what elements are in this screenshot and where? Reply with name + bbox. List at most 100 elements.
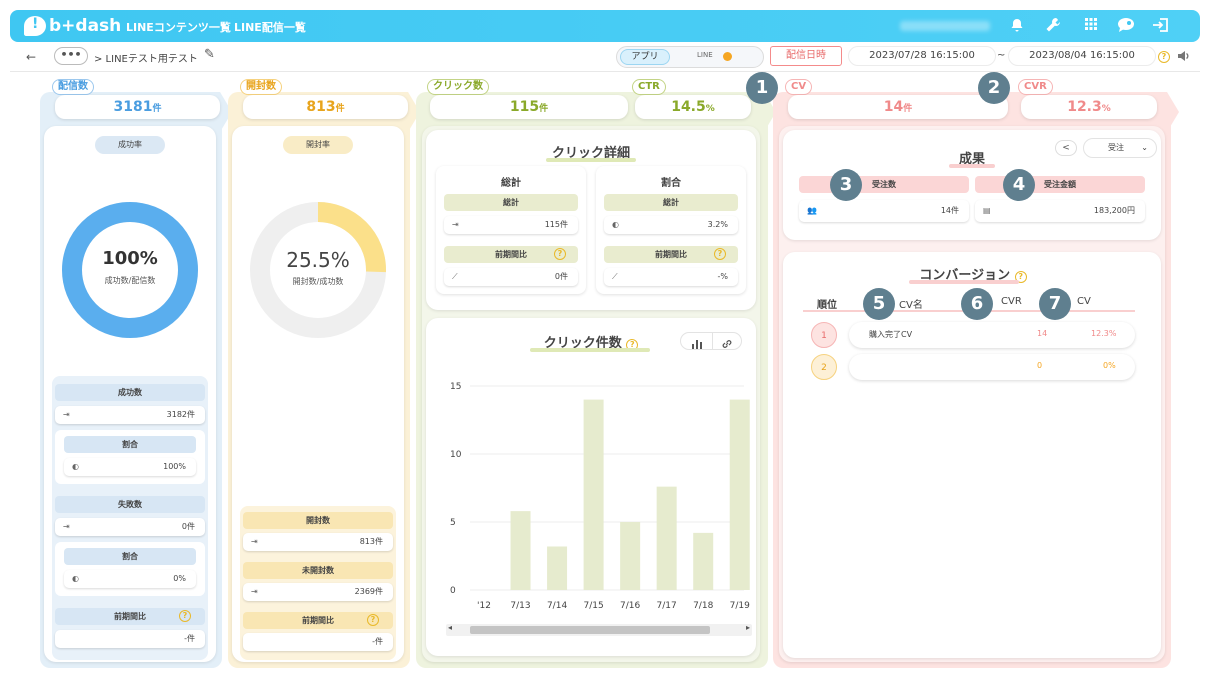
toggle-app[interactable]: アプリ	[620, 49, 670, 65]
nav-line-delivery[interactable]: LINE配信一覧	[234, 19, 306, 35]
bar[interactable]	[583, 399, 604, 590]
unopened-count-row: ⇥ 2369件	[243, 583, 393, 601]
delivery-count-unit: 件	[152, 104, 162, 114]
col-rank: 順位	[817, 300, 837, 311]
click-ratio-row: ◐ 3.2%	[604, 216, 738, 234]
date-from-field[interactable]: 2023/07/28 16:15:00	[848, 46, 996, 66]
success-ratio-label: 割合	[64, 436, 196, 453]
col-cv-name: CV名	[899, 300, 923, 311]
unopened-count-value: 2369件	[354, 587, 383, 596]
click-ratio-header: 割合	[661, 178, 681, 189]
result-filter-select[interactable]: 受注 ⌄	[1083, 138, 1157, 158]
chart-scrollbar[interactable]: ◂ ▸	[446, 623, 752, 636]
click-ratio-sub: 総計	[604, 194, 738, 211]
scrollbar-thumb[interactable]	[470, 626, 710, 634]
channel-toggle[interactable]: アプリ LINE	[616, 46, 764, 68]
date-to-field[interactable]: 2023/08/04 16:15:00	[1008, 46, 1156, 66]
success-rate-pill: 成功率	[95, 136, 165, 154]
fail-count-row: ⇥ 0件	[55, 518, 205, 536]
click-prev-label: 前期間比 ?	[444, 246, 578, 263]
row-cv-name: 購入完了CV	[869, 330, 913, 339]
scroll-right-icon[interactable]: ▸	[746, 623, 750, 632]
help-icon[interactable]: ?	[554, 248, 566, 260]
success-ratio-value: 100%	[163, 462, 186, 471]
delivery-count-value: 3181件	[55, 95, 220, 119]
click-bar-chart: 0 5 10 15 '12 7/13 7/14 7/15 7/16 7/17 7/18 7/19	[450, 382, 750, 611]
open-count-row: ⇥ 813件	[243, 533, 393, 551]
help-icon[interactable]: ?	[179, 610, 191, 622]
click-total-header: 総計	[501, 178, 521, 189]
title-underline	[546, 158, 636, 162]
logout-icon[interactable]	[1152, 17, 1170, 35]
open-rate-pill: 開封率	[283, 136, 353, 154]
tab-cv: CV	[785, 79, 813, 95]
success-rate-caption: 成功数/配信数	[104, 276, 156, 285]
bell-icon[interactable]	[1008, 17, 1026, 35]
scroll-left-icon[interactable]: ◂	[448, 623, 452, 632]
open-prev-row: -件	[243, 633, 393, 651]
bar[interactable]	[620, 522, 641, 590]
fail-ratio-value: 0%	[173, 574, 186, 583]
badge-4: 4	[1003, 169, 1035, 201]
cvr-unit: %	[1101, 104, 1111, 114]
ctr-number: 14.5	[671, 99, 706, 115]
logo[interactable]: b+dash	[24, 14, 121, 38]
success-rate-value: 100%	[102, 248, 158, 269]
click-count-number: 115	[509, 99, 540, 115]
date-separator: ~	[997, 50, 1006, 61]
money-icon: ▤	[983, 206, 991, 215]
tab-ctr: CTR	[632, 79, 666, 95]
open-count-detail-value: 813件	[359, 537, 383, 546]
bar-chart-icon[interactable]	[691, 335, 703, 354]
cv-unit: 件	[903, 104, 913, 114]
toggle-line[interactable]: LINE	[697, 51, 713, 59]
bar[interactable]	[729, 399, 750, 590]
back-arrow-icon[interactable]: ←	[26, 50, 36, 64]
y-tick-label: 10	[450, 450, 462, 460]
success-count-row: ⇥ 3182件	[55, 406, 205, 424]
click-ratio-prev-label: 前期間比 ?	[604, 246, 738, 263]
help-icon[interactable]: ?	[367, 614, 379, 626]
cvr-value: 12.3%	[1021, 95, 1157, 119]
help-icon[interactable]: ?	[1158, 51, 1170, 63]
bar[interactable]	[656, 486, 677, 590]
donut-label: 100% 成功数/配信数	[60, 248, 200, 286]
link-icon[interactable]	[721, 335, 733, 354]
delivery-date-button[interactable]: 配信日時	[770, 46, 842, 66]
badge-3: 3	[830, 169, 862, 201]
more-button[interactable]: •••	[54, 47, 88, 65]
toggle-line-dot-icon	[723, 52, 732, 61]
share-icon[interactable]: <	[1055, 140, 1077, 156]
logo-text: b+dash	[49, 16, 122, 36]
click-total-card: 総計 総計 ⇥ 115件 前期間比 ? ⟋ 0件	[436, 166, 586, 294]
click-chart-panel: クリック件数 ? 0 5 10 15'12 7/13 7/14 7/15 7/16 7/17 7/…	[426, 318, 756, 656]
open-rate-caption: 開封数/成功数	[292, 277, 344, 286]
delivery-count-number: 3181	[113, 99, 153, 115]
bar[interactable]	[510, 511, 531, 590]
click-ratio-prev-value: -%	[717, 272, 729, 281]
speaker-icon[interactable]	[1176, 48, 1190, 67]
order-count-label: 受注数	[799, 176, 969, 193]
bar[interactable]	[547, 546, 568, 590]
x-tick-label: 7/17	[657, 601, 677, 611]
chat-icon[interactable]	[1117, 17, 1135, 35]
unopened-count-label: 未開封数	[243, 562, 393, 579]
y-tick-label: 0	[450, 586, 456, 596]
fail-ratio-row: ◐ 0%	[64, 570, 196, 588]
breadcrumb: > LINEテスト用テスト	[94, 54, 198, 65]
help-icon[interactable]: ?	[714, 248, 726, 260]
ctr-unit: %	[705, 104, 715, 114]
chart-toolbar	[680, 332, 742, 350]
tab-cvr: CVR	[1018, 79, 1053, 95]
line-chart-icon: ⟋	[612, 272, 618, 281]
grid-icon[interactable]	[1082, 17, 1100, 35]
delivery-prev-text: 前期間比	[114, 612, 146, 621]
blurred-account	[900, 21, 990, 31]
wrench-icon[interactable]	[1044, 17, 1062, 35]
bar[interactable]	[693, 532, 714, 590]
ctr-value: 14.5%	[635, 95, 751, 119]
nav-line-contents[interactable]: LINEコンテンツ一覧	[126, 19, 231, 35]
edit-pencil-icon[interactable]: ✎	[204, 47, 215, 62]
row-bar: 0 0%	[849, 354, 1135, 380]
x-tick-label: 7/14	[547, 601, 567, 611]
